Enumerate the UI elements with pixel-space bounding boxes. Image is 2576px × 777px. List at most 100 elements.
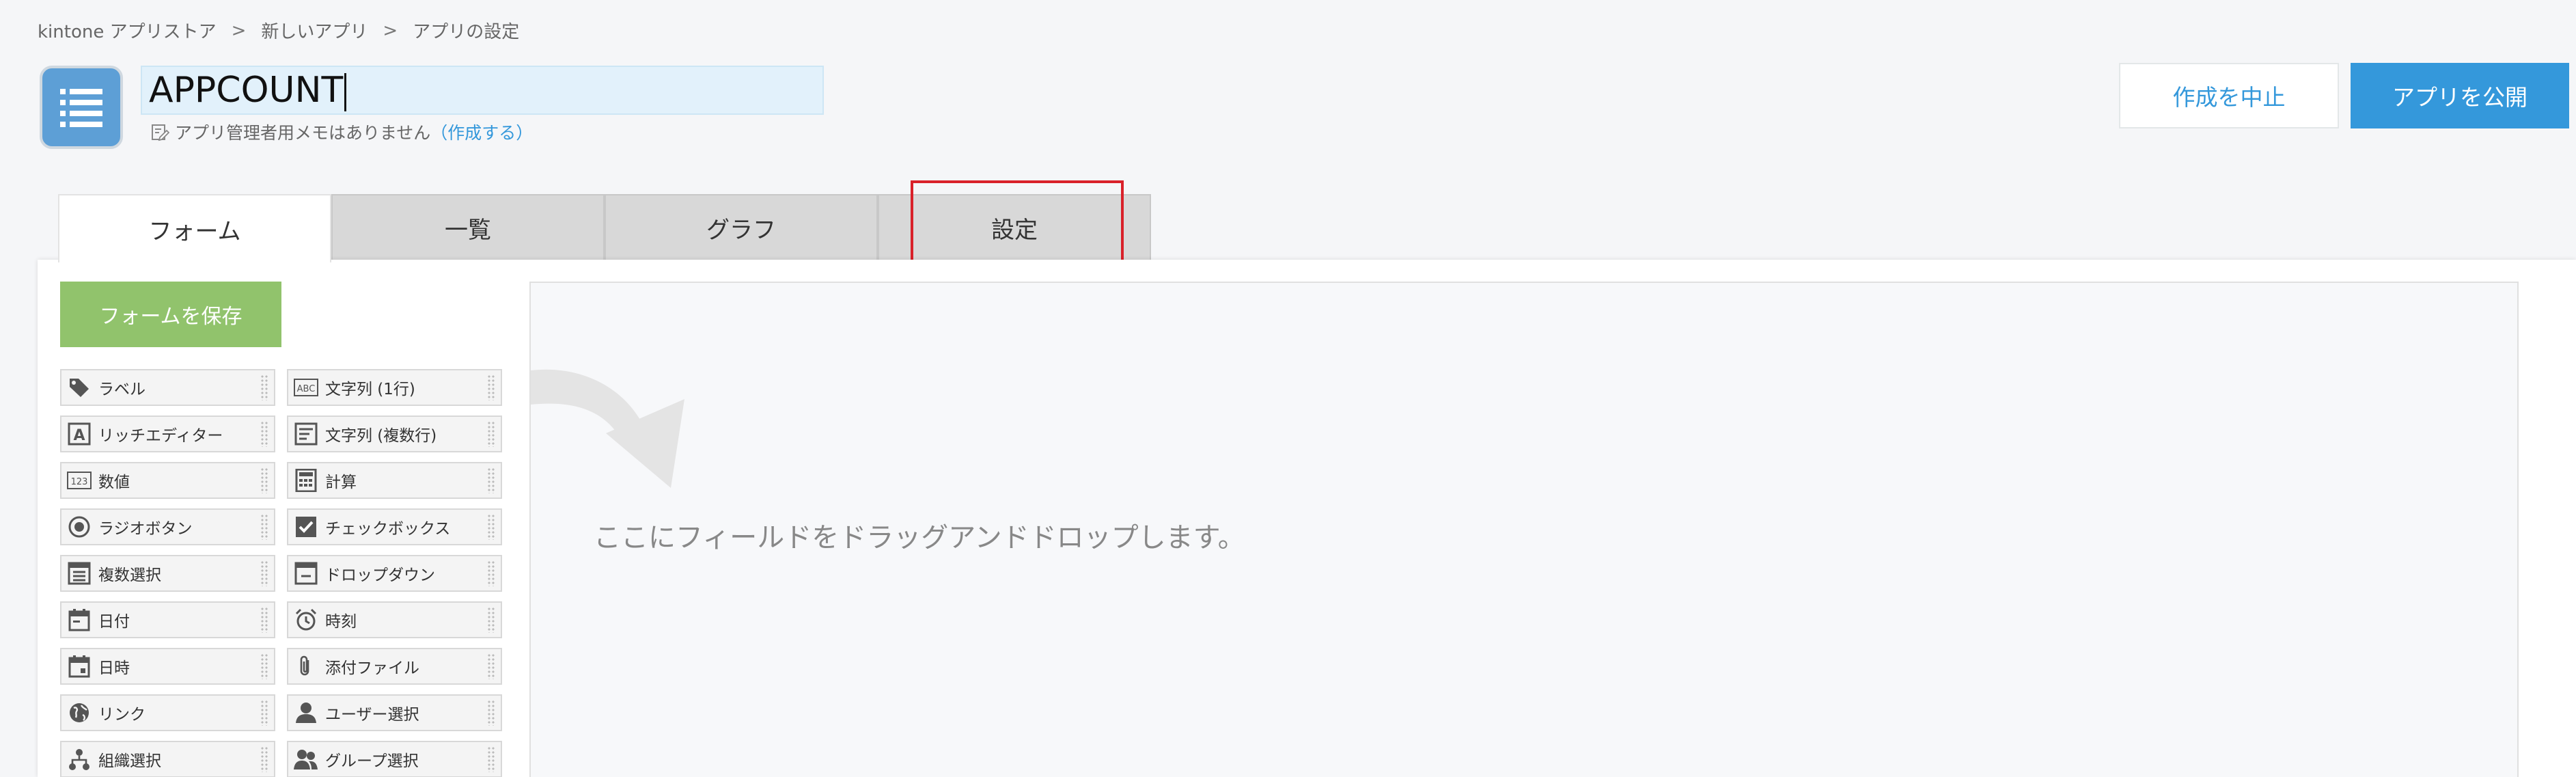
palette-item-text: ユーザー選択 xyxy=(325,706,419,724)
alarm-clock-icon xyxy=(292,606,320,633)
palette-item-text: 複数選択 xyxy=(98,567,161,584)
save-form-button[interactable]: フォームを保存 xyxy=(60,282,281,347)
tab-list[interactable]: 一覧 xyxy=(331,194,605,260)
tab-graph[interactable]: グラフ xyxy=(605,194,878,260)
tab-form[interactable]: フォーム xyxy=(58,194,331,262)
breadcrumb-item-app-store[interactable]: kintone アプリストア xyxy=(38,18,217,43)
field-palette: ラベル ABC 文字列 (1行) A リッチエディター 文字列 (複数行) 12… xyxy=(60,369,504,777)
drag-handle[interactable] xyxy=(487,700,495,726)
palette-item-text: グループ選択 xyxy=(325,752,419,770)
drag-handle[interactable] xyxy=(487,421,495,447)
app-name-text: APPCOUNT xyxy=(149,70,344,111)
multiline-text-icon xyxy=(292,420,320,448)
palette-item-link[interactable]: リンク xyxy=(60,694,275,731)
number-icon: 123 xyxy=(66,467,93,494)
palette-item-text: 日時 xyxy=(98,659,130,677)
text-caret xyxy=(344,73,347,111)
drag-handle[interactable] xyxy=(487,653,495,679)
memo-text: アプリ管理者用メモはありません xyxy=(175,123,431,143)
app-icon[interactable] xyxy=(40,66,123,149)
drag-handle[interactable] xyxy=(260,653,268,679)
radio-icon xyxy=(66,513,93,541)
drag-handle[interactable] xyxy=(487,374,495,400)
form-editor-panel: フォームを保存 ラベル ABC 文字列 (1行) A リッチエディター 文字列 … xyxy=(38,260,2576,777)
palette-item-number[interactable]: 123 数値 xyxy=(60,462,275,499)
palette-item-time[interactable]: 時刻 xyxy=(287,601,502,638)
palette-item-org-select[interactable]: 組織選択 xyxy=(60,741,275,777)
palette-item-text: ラベル xyxy=(98,381,146,398)
palette-item-group-select[interactable]: グループ選択 xyxy=(287,741,502,777)
rich-editor-icon: A xyxy=(66,420,93,448)
drag-handle[interactable] xyxy=(260,514,268,540)
breadcrumb-separator: > xyxy=(231,20,247,41)
palette-item-date[interactable]: 日付 xyxy=(60,601,275,638)
palette-item-dropdown[interactable]: ドロップダウン xyxy=(287,555,502,592)
dropdown-icon xyxy=(292,560,320,587)
drag-handle[interactable] xyxy=(487,607,495,633)
palette-item-text: リッチエディター xyxy=(98,427,223,445)
tag-icon xyxy=(66,374,93,401)
paperclip-icon xyxy=(292,653,320,680)
org-chart-icon xyxy=(66,746,93,773)
palette-item-text: ドロップダウン xyxy=(325,567,435,584)
palette-item-text: ラジオボタン xyxy=(98,520,193,538)
palette-item-user-select[interactable]: ユーザー選択 xyxy=(287,694,502,731)
breadcrumb-item-new-app[interactable]: 新しいアプリ xyxy=(261,18,368,43)
create-memo-link[interactable]: （作成する） xyxy=(430,120,533,144)
palette-item-text: 添付ファイル xyxy=(325,659,419,677)
cancel-creation-button[interactable]: 作成を中止 xyxy=(2119,63,2339,128)
palette-item-text: 計算 xyxy=(325,474,357,491)
list-icon xyxy=(60,89,102,127)
drag-handle[interactable] xyxy=(487,746,495,772)
drag-handle[interactable] xyxy=(260,700,268,726)
drag-handle[interactable] xyxy=(260,467,268,493)
palette-item-text: 文字列 (1行) xyxy=(325,381,415,398)
svg-text:ABC: ABC xyxy=(297,384,316,394)
group-icon xyxy=(292,746,320,773)
multi-select-icon xyxy=(66,560,93,587)
drag-handle[interactable] xyxy=(487,560,495,586)
checkbox-icon xyxy=(292,513,320,541)
settings-tabs: フォーム 一覧 グラフ 設定 xyxy=(58,194,1151,262)
user-icon xyxy=(292,699,320,726)
tab-settings[interactable]: 設定 xyxy=(878,194,1151,260)
palette-item-radio-button[interactable]: ラジオボタン xyxy=(60,508,275,545)
palette-item-text: 文字列 (複数行) xyxy=(325,427,437,445)
palette-item-text: リンク xyxy=(98,706,146,724)
palette-item-text: 数値 xyxy=(98,474,130,491)
palette-item-label[interactable]: ラベル xyxy=(60,369,275,406)
calendar-icon xyxy=(66,606,93,633)
curved-arrow-icon xyxy=(531,369,684,488)
drag-handle[interactable] xyxy=(487,467,495,493)
drag-handle[interactable] xyxy=(487,514,495,540)
drag-handle[interactable] xyxy=(260,746,268,772)
palette-item-multi-select[interactable]: 複数選択 xyxy=(60,555,275,592)
memo-edit-icon xyxy=(152,124,169,141)
palette-item-text: 時刻 xyxy=(325,613,357,631)
breadcrumb-separator: > xyxy=(383,20,398,41)
form-drop-zone[interactable]: ここにフィールドをドラッグアンドドロップします。 xyxy=(529,282,2519,777)
datetime-icon xyxy=(66,653,93,680)
calculator-icon xyxy=(292,467,320,494)
abc-text-icon: ABC xyxy=(292,374,320,401)
drag-handle[interactable] xyxy=(260,560,268,586)
palette-item-text: チェックボックス xyxy=(325,520,451,538)
drag-handle[interactable] xyxy=(260,374,268,400)
breadcrumb-item-app-settings: アプリの設定 xyxy=(413,22,520,42)
drag-handle[interactable] xyxy=(260,421,268,447)
breadcrumb: kintone アプリストア > 新しいアプリ > アプリの設定 xyxy=(38,18,519,43)
palette-item-datetime[interactable]: 日時 xyxy=(60,648,275,685)
palette-item-text: 組織選択 xyxy=(98,752,161,770)
palette-item-attachment[interactable]: 添付ファイル xyxy=(287,648,502,685)
palette-item-single-line-text[interactable]: ABC 文字列 (1行) xyxy=(287,369,502,406)
palette-item-checkbox[interactable]: チェックボックス xyxy=(287,508,502,545)
publish-app-button[interactable]: アプリを公開 xyxy=(2351,63,2569,128)
palette-item-multi-line-text[interactable]: 文字列 (複数行) xyxy=(287,415,502,452)
palette-item-rich-editor[interactable]: A リッチエディター xyxy=(60,415,275,452)
drag-handle[interactable] xyxy=(260,607,268,633)
svg-text:123: 123 xyxy=(71,477,88,487)
palette-item-text: 日付 xyxy=(98,613,130,631)
palette-item-calculation[interactable]: 計算 xyxy=(287,462,502,499)
svg-text:A: A xyxy=(73,427,85,444)
app-name-input[interactable]: APPCOUNT xyxy=(141,66,824,115)
